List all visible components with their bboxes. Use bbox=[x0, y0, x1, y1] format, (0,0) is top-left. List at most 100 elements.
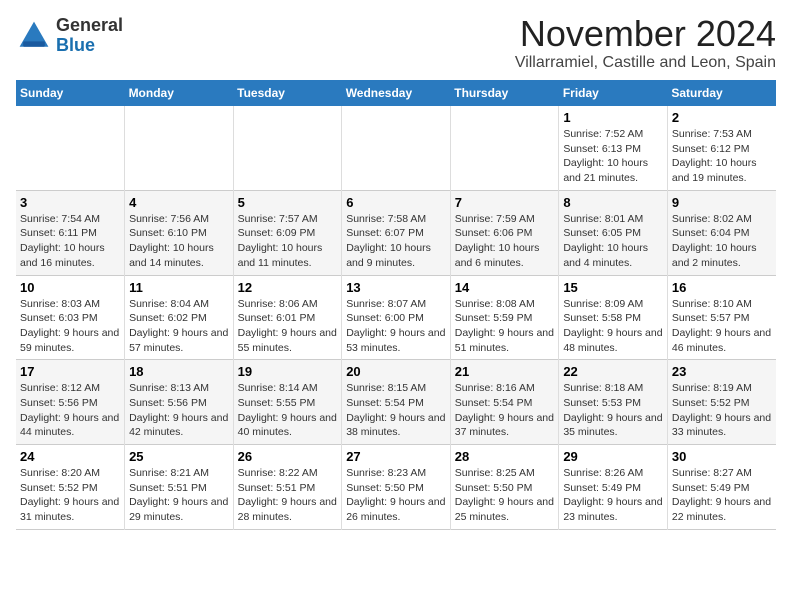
calendar-cell: 23 Sunrise: 8:19 AM Sunset: 5:52 PM Dayli… bbox=[667, 360, 776, 445]
weekday-header: Tuesday bbox=[233, 80, 342, 106]
weekday-header: Friday bbox=[559, 80, 668, 106]
calendar-row: 1 Sunrise: 7:52 AM Sunset: 6:13 PM Daylig… bbox=[16, 106, 776, 190]
day-info: Sunrise: 7:56 AM Sunset: 6:10 PM Dayligh… bbox=[129, 212, 229, 271]
day-info: Sunrise: 8:26 AM Sunset: 5:49 PM Dayligh… bbox=[563, 466, 663, 525]
day-info: Sunrise: 8:25 AM Sunset: 5:50 PM Dayligh… bbox=[455, 466, 555, 525]
calendar-row: 17 Sunrise: 8:12 AM Sunset: 5:56 PM Dayli… bbox=[16, 360, 776, 445]
day-number: 30 bbox=[672, 449, 772, 464]
calendar-cell: 29Sunrise: 8:26 AM Sunset: 5:49 PM Dayli… bbox=[559, 445, 668, 530]
day-info: Sunrise: 8:02 AM Sunset: 6:04 PM Dayligh… bbox=[672, 212, 772, 271]
calendar-cell: 19Sunrise: 8:14 AM Sunset: 5:55 PM Dayli… bbox=[233, 360, 342, 445]
day-number: 26 bbox=[238, 449, 338, 464]
weekday-header: Sunday bbox=[16, 80, 125, 106]
day-info: Sunrise: 7:54 AM Sunset: 6:11 PM Dayligh… bbox=[20, 212, 120, 271]
day-info: Sunrise: 8:16 AM Sunset: 5:54 PM Dayligh… bbox=[455, 381, 555, 440]
calendar-cell: 3 Sunrise: 7:54 AM Sunset: 6:11 PM Daylig… bbox=[16, 190, 125, 275]
day-number: 3 bbox=[20, 195, 120, 210]
day-number: 25 bbox=[129, 449, 229, 464]
day-info: Sunrise: 8:03 AM Sunset: 6:03 PM Dayligh… bbox=[20, 297, 120, 356]
day-info: Sunrise: 7:57 AM Sunset: 6:09 PM Dayligh… bbox=[238, 212, 338, 271]
weekday-header: Thursday bbox=[450, 80, 559, 106]
day-number: 24 bbox=[20, 449, 120, 464]
day-number: 6 bbox=[346, 195, 446, 210]
calendar-cell bbox=[342, 106, 451, 190]
day-info: Sunrise: 8:22 AM Sunset: 5:51 PM Dayligh… bbox=[238, 466, 338, 525]
calendar-row: 24Sunrise: 8:20 AM Sunset: 5:52 PM Dayli… bbox=[16, 445, 776, 530]
calendar-cell: 30 Sunrise: 8:27 AM Sunset: 5:49 PM Dayli… bbox=[667, 445, 776, 530]
day-number: 5 bbox=[238, 195, 338, 210]
day-info: Sunrise: 8:18 AM Sunset: 5:53 PM Dayligh… bbox=[563, 381, 663, 440]
calendar-cell: 21 Sunrise: 8:16 AM Sunset: 5:54 PM Dayli… bbox=[450, 360, 559, 445]
day-info: Sunrise: 8:27 AM Sunset: 5:49 PM Dayligh… bbox=[672, 466, 772, 525]
day-info: Sunrise: 8:23 AM Sunset: 5:50 PM Dayligh… bbox=[346, 466, 446, 525]
day-info: Sunrise: 7:52 AM Sunset: 6:13 PM Dayligh… bbox=[563, 127, 663, 186]
month-title: November 2024 bbox=[515, 16, 776, 52]
calendar-cell: 13 Sunrise: 8:07 AM Sunset: 6:00 PM Dayli… bbox=[342, 275, 451, 360]
weekday-header: Saturday bbox=[667, 80, 776, 106]
day-number: 13 bbox=[346, 280, 446, 295]
day-info: Sunrise: 8:19 AM Sunset: 5:52 PM Dayligh… bbox=[672, 381, 772, 440]
day-number: 10 bbox=[20, 280, 120, 295]
day-number: 23 bbox=[672, 364, 772, 379]
day-number: 4 bbox=[129, 195, 229, 210]
day-number: 7 bbox=[455, 195, 555, 210]
day-info: Sunrise: 7:53 AM Sunset: 6:12 PM Dayligh… bbox=[672, 127, 772, 186]
day-number: 21 bbox=[455, 364, 555, 379]
day-number: 16 bbox=[672, 280, 772, 295]
logo-blue: Blue bbox=[56, 35, 95, 55]
day-number: 14 bbox=[455, 280, 555, 295]
day-number: 28 bbox=[455, 449, 555, 464]
day-number: 19 bbox=[238, 364, 338, 379]
calendar-cell: 18Sunrise: 8:13 AM Sunset: 5:56 PM Dayli… bbox=[125, 360, 234, 445]
logo-icon bbox=[16, 18, 52, 54]
day-number: 1 bbox=[563, 110, 663, 125]
day-info: Sunrise: 7:58 AM Sunset: 6:07 PM Dayligh… bbox=[346, 212, 446, 271]
calendar-cell: 20 Sunrise: 8:15 AM Sunset: 5:54 PM Dayli… bbox=[342, 360, 451, 445]
day-number: 8 bbox=[563, 195, 663, 210]
day-info: Sunrise: 8:10 AM Sunset: 5:57 PM Dayligh… bbox=[672, 297, 772, 356]
day-number: 20 bbox=[346, 364, 446, 379]
calendar-row: 3 Sunrise: 7:54 AM Sunset: 6:11 PM Daylig… bbox=[16, 190, 776, 275]
calendar-cell: 14 Sunrise: 8:08 AM Sunset: 5:59 PM Dayli… bbox=[450, 275, 559, 360]
day-info: Sunrise: 8:13 AM Sunset: 5:56 PM Dayligh… bbox=[129, 381, 229, 440]
logo-text: General Blue bbox=[56, 16, 123, 56]
calendar-cell: 15 Sunrise: 8:09 AM Sunset: 5:58 PM Dayli… bbox=[559, 275, 668, 360]
title-area: November 2024 Villarramiel, Castille and… bbox=[515, 16, 776, 72]
day-info: Sunrise: 8:09 AM Sunset: 5:58 PM Dayligh… bbox=[563, 297, 663, 356]
calendar-cell: 12 Sunrise: 8:06 AM Sunset: 6:01 PM Dayli… bbox=[233, 275, 342, 360]
calendar-cell: 17 Sunrise: 8:12 AM Sunset: 5:56 PM Dayli… bbox=[16, 360, 125, 445]
day-info: Sunrise: 8:06 AM Sunset: 6:01 PM Dayligh… bbox=[238, 297, 338, 356]
calendar-cell: 24Sunrise: 8:20 AM Sunset: 5:52 PM Dayli… bbox=[16, 445, 125, 530]
calendar-cell: 9 Sunrise: 8:02 AM Sunset: 6:04 PM Daylig… bbox=[667, 190, 776, 275]
calendar-table: SundayMondayTuesdayWednesdayThursdayFrid… bbox=[16, 80, 776, 530]
calendar-row: 10 Sunrise: 8:03 AM Sunset: 6:03 PM Dayli… bbox=[16, 275, 776, 360]
weekday-header: Monday bbox=[125, 80, 234, 106]
calendar-cell bbox=[125, 106, 234, 190]
day-info: Sunrise: 8:12 AM Sunset: 5:56 PM Dayligh… bbox=[20, 381, 120, 440]
day-number: 12 bbox=[238, 280, 338, 295]
calendar-cell: 28 Sunrise: 8:25 AM Sunset: 5:50 PM Dayli… bbox=[450, 445, 559, 530]
day-number: 11 bbox=[129, 280, 229, 295]
day-number: 9 bbox=[672, 195, 772, 210]
calendar-header-row: SundayMondayTuesdayWednesdayThursdayFrid… bbox=[16, 80, 776, 106]
calendar-cell: 26 Sunrise: 8:22 AM Sunset: 5:51 PM Dayli… bbox=[233, 445, 342, 530]
calendar-cell: 27Sunrise: 8:23 AM Sunset: 5:50 PM Dayli… bbox=[342, 445, 451, 530]
calendar-cell: 7 Sunrise: 7:59 AM Sunset: 6:06 PM Daylig… bbox=[450, 190, 559, 275]
day-number: 22 bbox=[563, 364, 663, 379]
logo: General Blue bbox=[16, 16, 123, 56]
day-number: 15 bbox=[563, 280, 663, 295]
calendar-cell bbox=[450, 106, 559, 190]
calendar-cell bbox=[233, 106, 342, 190]
calendar-cell: 8Sunrise: 8:01 AM Sunset: 6:05 PM Daylig… bbox=[559, 190, 668, 275]
day-number: 17 bbox=[20, 364, 120, 379]
calendar-cell: 4 Sunrise: 7:56 AM Sunset: 6:10 PM Daylig… bbox=[125, 190, 234, 275]
day-info: Sunrise: 8:07 AM Sunset: 6:00 PM Dayligh… bbox=[346, 297, 446, 356]
calendar-cell: 16 Sunrise: 8:10 AM Sunset: 5:57 PM Dayli… bbox=[667, 275, 776, 360]
day-info: Sunrise: 8:15 AM Sunset: 5:54 PM Dayligh… bbox=[346, 381, 446, 440]
day-info: Sunrise: 8:08 AM Sunset: 5:59 PM Dayligh… bbox=[455, 297, 555, 356]
weekday-header: Wednesday bbox=[342, 80, 451, 106]
calendar-cell: 5 Sunrise: 7:57 AM Sunset: 6:09 PM Daylig… bbox=[233, 190, 342, 275]
day-number: 2 bbox=[672, 110, 772, 125]
day-info: Sunrise: 7:59 AM Sunset: 6:06 PM Dayligh… bbox=[455, 212, 555, 271]
page-header: General Blue November 2024 Villarramiel,… bbox=[16, 16, 776, 72]
